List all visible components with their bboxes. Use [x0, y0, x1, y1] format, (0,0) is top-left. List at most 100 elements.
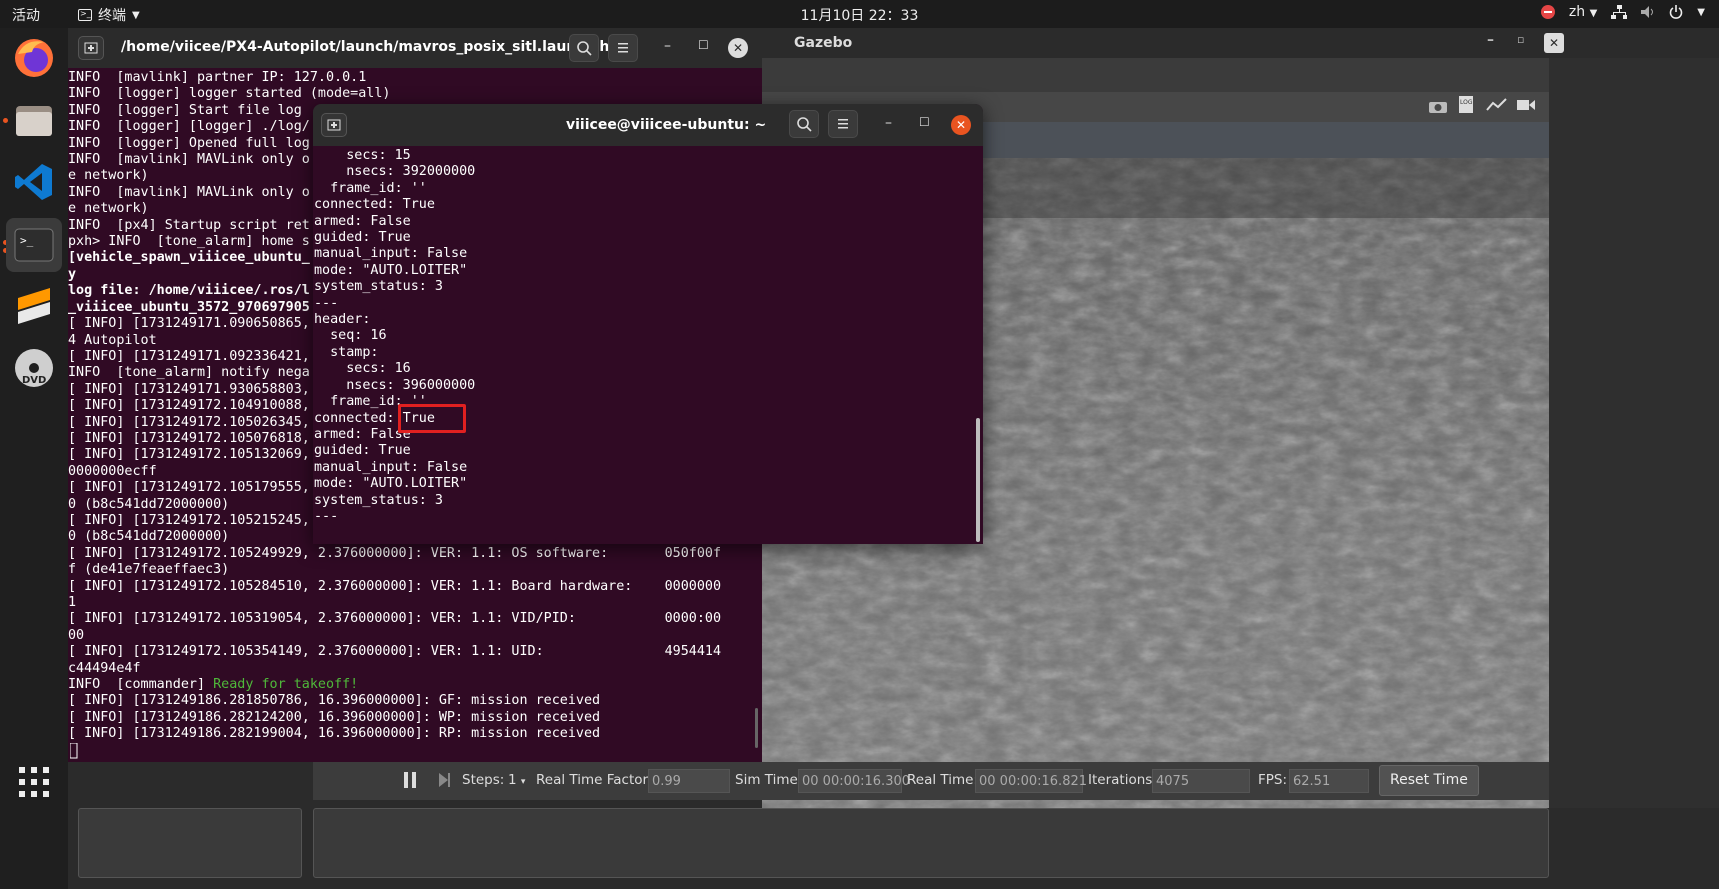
screenshot-icon[interactable]	[1428, 98, 1448, 114]
svg-text:LOG: LOG	[1460, 99, 1473, 106]
minimize-icon[interactable]: –	[885, 115, 892, 131]
files-icon	[16, 106, 52, 136]
terminal-home-output[interactable]: secs: 15 nsecs: 392000000 frame_id: '' co…	[313, 148, 983, 544]
fps-label: FPS:	[1258, 772, 1288, 788]
do-not-disturb-icon[interactable]	[1540, 5, 1555, 19]
new-tab-icon	[84, 42, 98, 54]
terminal-line: connected: True	[314, 197, 435, 213]
terminal-line: armed: False	[314, 213, 411, 229]
gazebo-title: Gazebo	[794, 35, 853, 51]
maximize-icon[interactable]: ☐	[919, 115, 930, 129]
gazebo-side-panel	[1549, 58, 1719, 889]
terminal-line: [ INFO] [1731249172.105284510, 2.3760000…	[68, 578, 722, 594]
app-grid-icon	[19, 767, 49, 797]
highlight-box	[398, 404, 466, 433]
terminal-home-title: viiicee@viiicee-ubuntu: ~	[566, 117, 767, 133]
terminal-home-titlebar[interactable]: viiicee@viiicee-ubuntu: ~ – ☐ ✕	[313, 104, 983, 146]
hamburger-icon	[838, 119, 848, 129]
steps-value: 1	[508, 772, 517, 788]
terminal-line: 00	[68, 627, 85, 643]
chevron-down-icon[interactable]: ▼	[1697, 7, 1705, 18]
terminal-line: nsecs: 396000000	[314, 377, 476, 393]
terminal-line: INFO [logger] logger started (mode=all)	[68, 86, 391, 102]
search-button[interactable]	[789, 110, 819, 138]
restore-icon[interactable]: ▫	[1517, 33, 1524, 46]
rtf-field: 0.99	[648, 769, 730, 793]
new-tab-button[interactable]	[321, 113, 347, 137]
dock-item-terminal[interactable]: >_	[6, 218, 62, 272]
reset-time-button[interactable]: Reset Time	[1379, 765, 1479, 796]
dock-item-sublime[interactable]	[10, 282, 58, 330]
gazebo-status-bar: Steps: 1 ▾ Real Time Factor: 0.99 Sim Ti…	[313, 762, 1549, 800]
network-icon[interactable]	[1611, 5, 1628, 19]
close-button[interactable]: ✕	[728, 38, 748, 58]
search-icon	[797, 117, 812, 132]
terminal-line: mode: "AUTO.LOITER"	[314, 262, 468, 278]
minimize-icon[interactable]: –	[664, 38, 671, 54]
terminal-home-text: secs: 15 nsecs: 392000000 frame_id: '' co…	[314, 148, 475, 525]
sim-time-label: Sim Time:	[735, 772, 803, 788]
steps-label: Steps:	[462, 772, 505, 788]
scrollbar[interactable]	[976, 418, 980, 542]
scrollbar[interactable]	[755, 708, 758, 748]
gazebo-titlebar[interactable]: Gazebo – ▫ ✕	[762, 28, 1719, 58]
system-tray[interactable]: zh ▼ ▼	[1540, 4, 1705, 20]
bottom-left-panel	[78, 808, 302, 878]
menu-button[interactable]	[828, 110, 858, 138]
steps-spinner[interactable]: 1 ▾	[508, 772, 525, 788]
hamburger-icon	[618, 43, 628, 53]
commander-prefix: INFO [commander]	[68, 677, 214, 693]
terminal-line: [ INFO] [1731249186.282124200, 16.396000…	[68, 709, 601, 725]
svg-text:>_: >_	[20, 234, 34, 247]
volume-icon[interactable]	[1641, 5, 1655, 19]
terminal-launch-titlebar[interactable]: /home/viicee/PX4-Autopilot/launch/mavros…	[68, 28, 762, 68]
video-record-icon[interactable]	[1516, 98, 1536, 112]
terminal-line: INFO [commander] Ready for takeoff!	[68, 677, 721, 693]
ready-for-takeoff-text: Ready for takeoff!	[213, 677, 359, 693]
log-icon[interactable]: LOG	[1458, 95, 1474, 115]
pause-icon[interactable]	[403, 772, 417, 788]
language-label: zh	[1568, 4, 1586, 20]
iterations-label: Iterations:	[1088, 772, 1157, 788]
dock-item-files[interactable]	[10, 96, 58, 144]
terminal-window-home: viiicee@viiicee-ubuntu: ~ – ☐ ✕ secs: 15…	[313, 104, 983, 544]
dock-item-firefox[interactable]	[10, 34, 58, 82]
text-cursor	[70, 743, 78, 759]
clock[interactable]: 11月10日 22：33	[0, 5, 1719, 25]
close-button[interactable]: ✕	[951, 115, 971, 135]
gazebo-close-button[interactable]: ✕	[1544, 33, 1564, 53]
search-button[interactable]	[569, 34, 599, 62]
terminal-line: c44494e4f	[68, 660, 141, 676]
terminal-line: [ INFO] [1731249186.281850786, 16.396000…	[68, 693, 601, 709]
menu-button[interactable]	[608, 34, 638, 62]
chevron-down-icon: ▾	[520, 777, 526, 787]
terminal-line: guided: True	[314, 230, 411, 246]
plot-icon[interactable]	[1486, 97, 1508, 113]
dock: >_ DVD	[0, 28, 68, 889]
terminal-line: header:	[314, 312, 371, 328]
show-applications-button[interactable]	[10, 758, 58, 806]
language-indicator[interactable]: zh ▼	[1569, 4, 1597, 20]
fps-field: 62.51	[1289, 769, 1369, 793]
terminal-line: manual_input: False	[314, 246, 468, 262]
minimize-icon[interactable]: –	[1487, 32, 1494, 48]
new-tab-button[interactable]	[78, 36, 104, 60]
terminal-line: guided: True	[314, 443, 411, 459]
maximize-icon[interactable]: ☐	[698, 38, 709, 52]
step-icon[interactable]	[439, 773, 451, 787]
svg-text:DVD: DVD	[22, 375, 46, 386]
power-icon[interactable]	[1669, 5, 1683, 19]
real-time-label: Real Time:	[907, 772, 978, 788]
iterations-field: 4075	[1152, 769, 1250, 793]
terminal-line: ---	[314, 508, 339, 524]
terminal-line: system_status: 3	[314, 492, 443, 508]
bottom-right-panel	[313, 808, 1549, 878]
terminal-line: manual_input: False	[314, 459, 468, 475]
dock-item-dvd[interactable]: DVD	[10, 344, 58, 392]
vscode-icon	[15, 164, 52, 200]
terminal-line: f (de41e7feaeffaec3)	[68, 562, 230, 578]
terminal-line: frame_id: ''	[314, 180, 427, 196]
dock-item-vscode[interactable]	[10, 158, 58, 206]
terminal-line: secs: 16	[314, 361, 411, 377]
search-icon	[577, 41, 592, 56]
